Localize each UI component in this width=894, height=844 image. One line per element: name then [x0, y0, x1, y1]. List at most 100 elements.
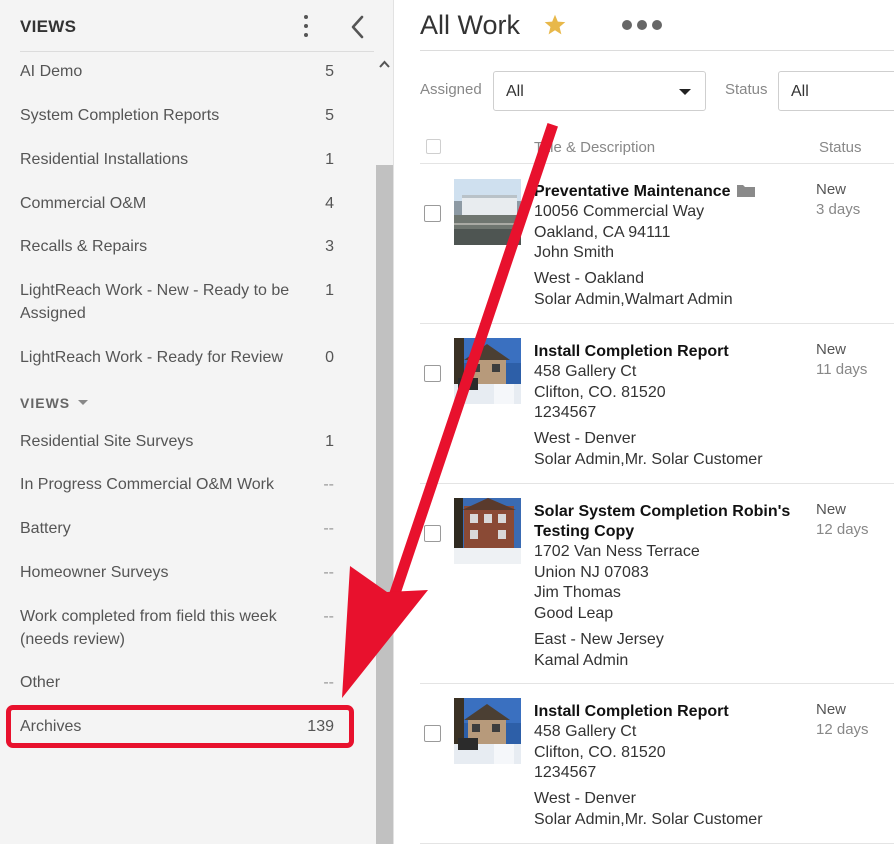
assigned-filter-value: All: [506, 83, 524, 100]
row-description: Install Completion Report 458 Gallery Ct…: [534, 702, 819, 831]
sidebar-item-count: 0: [325, 349, 334, 366]
sidebar-item-count: --: [323, 476, 334, 493]
table-row[interactable]: Solar System Completion Robin's Testing …: [420, 484, 894, 684]
row-contact: Jim Thomas: [534, 584, 621, 602]
status-text: New: [816, 501, 847, 518]
sidebar-item-label: Recalls & Repairs: [20, 238, 148, 255]
sidebar-item-label: LightReach Work - Ready for Review: [20, 349, 283, 366]
row-description: Preventative Maintenance 10056 Commercia…: [534, 182, 819, 311]
sidebar-item-label: Residential Installations: [20, 151, 189, 168]
status-age: 11 days: [816, 361, 868, 378]
row-description: Solar System Completion Robin's Testing …: [534, 502, 819, 671]
sidebar-item-lightreach-review[interactable]: LightReach Work - Ready for Review 0: [20, 346, 342, 369]
row-contact: 1234567: [534, 404, 597, 422]
sidebar-header: VIEWS: [20, 0, 374, 52]
row-assignees: Kamal Admin: [534, 651, 629, 669]
row-status: New 12 days: [816, 500, 869, 540]
sidebar-item-label: Residential Site Surveys: [20, 433, 194, 450]
sidebar-item-label: AI Demo: [20, 63, 83, 80]
sidebar-item-homeowner-surveys[interactable]: Homeowner Surveys --: [20, 561, 342, 584]
sidebar-item-label: Commercial O&M: [20, 195, 147, 212]
assigned-filter-label: Assigned: [420, 81, 482, 98]
row-status: New 3 days: [816, 180, 860, 220]
sidebar-item-archives[interactable]: Archives 139: [20, 715, 342, 738]
sidebar-item-count: 1: [325, 282, 334, 299]
sidebar-item-in-progress-commercial[interactable]: In Progress Commercial O&M Work --: [20, 473, 342, 496]
row-title: Install Completion Report: [534, 703, 729, 720]
row-description: Install Completion Report 458 Gallery Ct…: [534, 342, 819, 471]
select-all-checkbox[interactable]: [426, 139, 441, 154]
sidebar-item-label: Battery: [20, 520, 71, 537]
sidebar-item-residential-site-surveys[interactable]: Residential Site Surveys 1: [20, 430, 342, 453]
row-city: Clifton, CO. 81520: [534, 743, 666, 761]
folder-icon: [736, 183, 755, 197]
row-checkbox[interactable]: [424, 525, 441, 542]
sidebar-item-count: 5: [325, 63, 334, 80]
row-contact: 1234567: [534, 764, 597, 782]
sidebar-item-label: Archives: [20, 718, 82, 735]
work-thumbnail-house: [454, 698, 521, 764]
row-contact: John Smith: [534, 244, 615, 262]
sidebar-scrollbar-thumb[interactable]: [376, 165, 393, 844]
sidebar-item-residential-installations[interactable]: Residential Installations 1: [20, 148, 342, 171]
sidebar-item-recalls-repairs[interactable]: Recalls & Repairs 3: [20, 235, 342, 258]
sidebar-item-count: 139: [307, 718, 334, 735]
sidebar-item-label: Homeowner Surveys: [20, 564, 169, 581]
row-checkbox[interactable]: [424, 725, 441, 742]
sidebar-item-count: --: [323, 520, 334, 537]
sidebar-item-work-completed-field[interactable]: Work completed from field this week (nee…: [20, 605, 342, 651]
scroll-up-arrow-icon[interactable]: [376, 55, 393, 75]
row-address: 1702 Van Ness Terrace: [534, 543, 700, 560]
row-city: Union NJ 07083: [534, 563, 649, 581]
work-thumbnail-commercial: [454, 179, 521, 245]
status-age: 12 days: [816, 521, 869, 538]
row-assignees: Solar Admin,Walmart Admin: [534, 290, 733, 308]
sidebar-item-count: 1: [325, 151, 334, 168]
status-filter-value: All: [791, 83, 809, 100]
table-header: Title & Description Status: [420, 132, 894, 164]
assigned-filter-select[interactable]: All: [493, 71, 706, 111]
sidebar-item-count: --: [323, 674, 334, 691]
divider: [420, 50, 894, 51]
sidebar-item-commercial-om[interactable]: Commercial O&M 4: [20, 192, 342, 215]
sidebar-item-system-completion-reports[interactable]: System Completion Reports 5: [20, 104, 342, 127]
row-city: Oakland, CA 94111: [534, 223, 671, 241]
row-status: New 12 days: [816, 700, 869, 740]
sidebar-item-ai-demo[interactable]: AI Demo 5: [20, 60, 342, 83]
column-header-title[interactable]: Title & Description: [534, 139, 655, 156]
column-header-status[interactable]: Status: [819, 139, 862, 156]
table-row[interactable]: Install Completion Report 458 Gallery Ct…: [420, 324, 894, 484]
sidebar-item-battery[interactable]: Battery --: [20, 517, 342, 540]
row-address: 458 Gallery Ct: [534, 363, 637, 380]
section-title: VIEWS: [20, 395, 71, 411]
status-filter-label: Status: [725, 81, 768, 98]
row-checkbox[interactable]: [424, 365, 441, 382]
favorite-star-icon[interactable]: [542, 12, 568, 38]
status-filter-select[interactable]: All: [778, 71, 894, 111]
table-row[interactable]: Preventative Maintenance 10056 Commercia…: [420, 164, 894, 324]
sidebar-item-label: Work completed from field this week (nee…: [20, 608, 277, 648]
sidebar-item-label: In Progress Commercial O&M Work: [20, 476, 274, 493]
sidebar-item-count: 5: [325, 107, 334, 124]
table-row[interactable]: Install Completion Report 458 Gallery Ct…: [420, 684, 894, 844]
row-region: East - New Jersey: [534, 630, 664, 648]
status-age: 12 days: [816, 721, 869, 738]
row-checkbox[interactable]: [424, 205, 441, 222]
sidebar-item-label: LightReach Work - New - Ready to be Assi…: [20, 282, 290, 322]
collapse-sidebar-chevron-left-icon[interactable]: [348, 14, 368, 40]
dropdown-caret-icon: [679, 89, 691, 95]
row-assignees: Solar Admin,Mr. Solar Customer: [534, 810, 763, 828]
page-title: All Work: [420, 10, 521, 40]
sidebar-item-lightreach-new[interactable]: LightReach Work - New - Ready to be Assi…: [20, 279, 342, 325]
sidebar-item-count: --: [323, 564, 334, 581]
row-title: Preventative Maintenance: [534, 182, 819, 202]
sidebar-item-other[interactable]: Other --: [20, 671, 342, 694]
kebab-menu-icon[interactable]: [298, 14, 314, 40]
row-address: 458 Gallery Ct: [534, 723, 637, 740]
row-region: West - Denver: [534, 790, 636, 808]
status-text: New: [816, 341, 847, 358]
views-section-toggle[interactable]: VIEWS: [20, 395, 89, 411]
row-city: Clifton, CO. 81520: [534, 383, 666, 401]
sidebar-item-count: 3: [325, 238, 334, 255]
more-options-icon[interactable]: [622, 20, 662, 32]
